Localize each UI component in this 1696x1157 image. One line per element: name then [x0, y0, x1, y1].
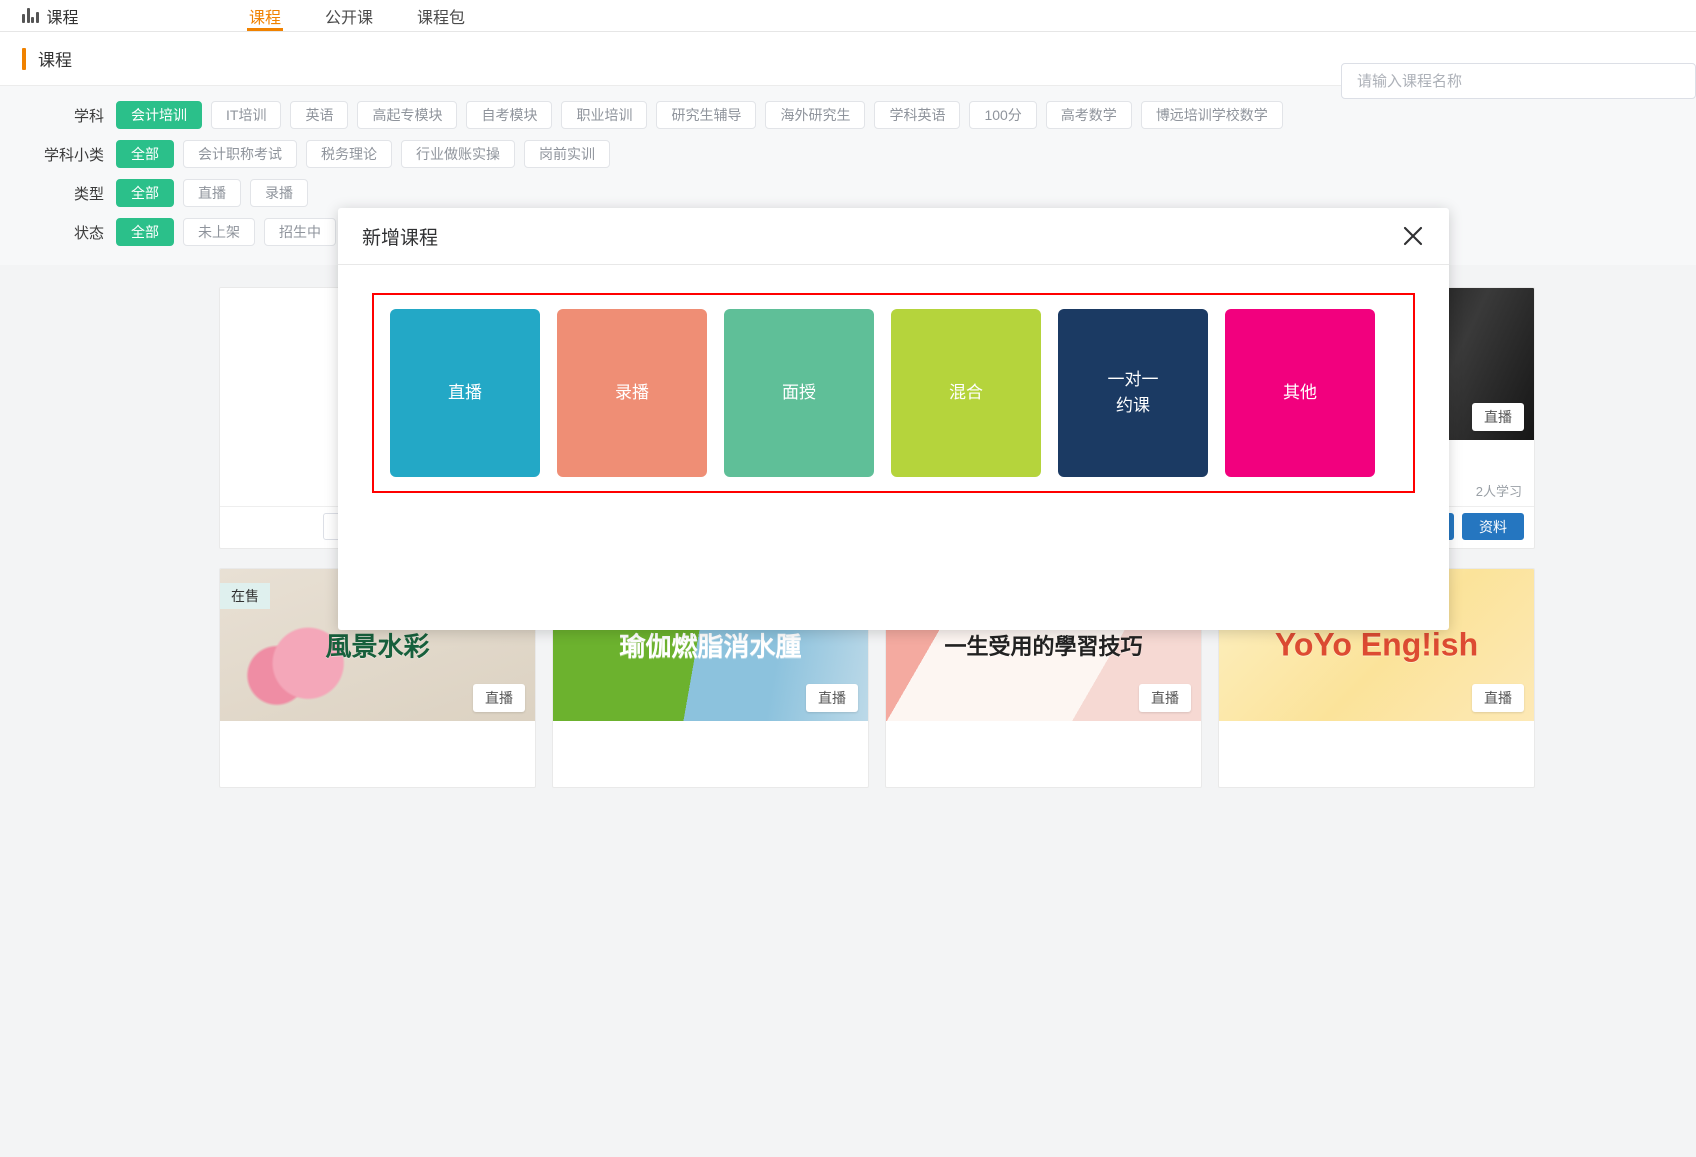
filter-label-type: 类型: [73, 185, 104, 203]
thumbnail-title: 風景水彩: [325, 631, 430, 662]
chip-subject-11[interactable]: 博远培训学校数学: [1140, 101, 1283, 129]
tab-courses[interactable]: 课程: [227, 0, 303, 31]
chip-type-2[interactable]: 录播: [250, 179, 308, 207]
type-badge: 直播: [806, 684, 858, 712]
chip-subcategory-0[interactable]: 全部: [116, 140, 174, 168]
chip-subcategory-3[interactable]: 行业做账实操: [401, 140, 515, 168]
chip-subject-5[interactable]: 职业培训: [561, 101, 648, 129]
filter-label-status: 状态: [73, 224, 104, 242]
bar-chart-icon: [22, 8, 39, 23]
chip-status-0[interactable]: 全部: [116, 218, 174, 246]
learner-count: 2人学习: [1475, 484, 1522, 499]
status-badge: 在售: [220, 583, 270, 609]
type-badge: 直播: [473, 684, 525, 712]
materials-button[interactable]: 资料: [1462, 513, 1524, 540]
filter-chips-subcategory: 全部 会计职称考试 税务理论 行业做账实操 岗前实训: [116, 140, 610, 168]
filter-row-type: 类型 全部 直播 录播: [0, 178, 1696, 208]
chip-subcategory-1[interactable]: 会计职称考试: [183, 140, 297, 168]
chip-subject-2[interactable]: 英语: [290, 101, 349, 129]
dialog-body: 直播 录播 面授 混合 一对一 约课 其他: [338, 265, 1449, 521]
page-title-wrap: 课程: [0, 46, 72, 71]
course-type-recorded[interactable]: 录播: [557, 309, 707, 477]
tab-course-packages[interactable]: 课程包: [395, 0, 487, 31]
type-badge: 直播: [1472, 684, 1524, 712]
top-bar: 课程 课程 公开课 课程包: [0, 0, 1696, 32]
chip-type-1[interactable]: 直播: [183, 179, 241, 207]
filter-label-subcategory: 学科小类: [43, 146, 104, 164]
course-body: [220, 721, 535, 787]
chip-subject-8[interactable]: 学科英语: [874, 101, 961, 129]
dialog-header: 新增课程: [338, 208, 1449, 265]
chip-type-0[interactable]: 全部: [116, 179, 174, 207]
thumbnail-title: 一生受用的學習技巧: [944, 634, 1143, 659]
search-box[interactable]: [1341, 63, 1696, 99]
chip-subject-0[interactable]: 会计培训: [116, 101, 202, 129]
page-title: 课程: [38, 51, 72, 70]
course-body: [553, 721, 868, 787]
chip-subcategory-4[interactable]: 岗前实训: [524, 140, 610, 168]
title-accent-bar: [22, 47, 26, 70]
chip-subject-9[interactable]: 100分: [969, 101, 1037, 129]
course-type-one-on-one[interactable]: 一对一 约课: [1058, 309, 1208, 477]
filter-row-subject: 学科 会计培训 IT培训 英语 高起专模块 自考模块 职业培训 研究生辅导 海外…: [0, 100, 1696, 130]
thumbnail-title: 瑜伽燃脂消水腫: [619, 631, 802, 662]
course-type-inperson[interactable]: 面授: [724, 309, 874, 477]
add-course-dialog: 新增课程 直播 录播 面授 混合 一对一 约课 其他: [338, 208, 1449, 630]
status-badge: 直播: [1472, 403, 1524, 431]
course-body: [1219, 721, 1534, 787]
filter-chips-subject: 会计培训 IT培训 英语 高起专模块 自考模块 职业培训 研究生辅导 海外研究生…: [116, 101, 1283, 129]
course-body: [886, 721, 1201, 787]
chip-subject-4[interactable]: 自考模块: [466, 101, 553, 129]
course-type-live[interactable]: 直播: [390, 309, 540, 477]
chip-subcategory-2[interactable]: 税务理论: [306, 140, 392, 168]
top-nav: 课程 公开课 课程包: [227, 0, 487, 31]
chip-subject-10[interactable]: 高考数学: [1045, 101, 1132, 129]
chip-subject-6[interactable]: 研究生辅导: [656, 101, 757, 129]
app-root: 课程 课程 公开课 课程包 课程 学科 会计培训 IT培训 英语 高起专模块 自…: [0, 0, 1696, 1157]
chip-status-1[interactable]: 未上架: [183, 218, 255, 246]
brand: 课程: [0, 4, 182, 28]
chip-subject-1[interactable]: IT培训: [211, 101, 282, 129]
chip-status-2[interactable]: 招生中: [264, 218, 336, 246]
course-type-blended[interactable]: 混合: [891, 309, 1041, 477]
filter-label-subject: 学科: [73, 107, 104, 125]
filter-row-subcategory: 学科小类 全部 会计职称考试 税务理论 行业做账实操 岗前实训: [0, 139, 1696, 169]
thumbnail-title: YoYo Eng!ish: [1274, 626, 1479, 663]
brand-label: 课程: [46, 9, 79, 27]
close-icon[interactable]: [1399, 222, 1427, 250]
tab-open-courses[interactable]: 公开课: [303, 0, 395, 31]
filter-chips-type: 全部 直播 录播: [116, 179, 308, 207]
filter-chips-status: 全部 未上架 招生中: [116, 218, 336, 246]
search-input[interactable]: [1342, 64, 1695, 98]
chip-subject-3[interactable]: 高起专模块: [357, 101, 458, 129]
chip-subject-7[interactable]: 海外研究生: [765, 101, 866, 129]
type-badge: 直播: [1139, 684, 1191, 712]
course-type-other[interactable]: 其他: [1225, 309, 1375, 477]
course-type-highlight: 直播 录播 面授 混合 一对一 约课 其他: [372, 293, 1415, 493]
dialog-title: 新增课程: [362, 227, 439, 249]
